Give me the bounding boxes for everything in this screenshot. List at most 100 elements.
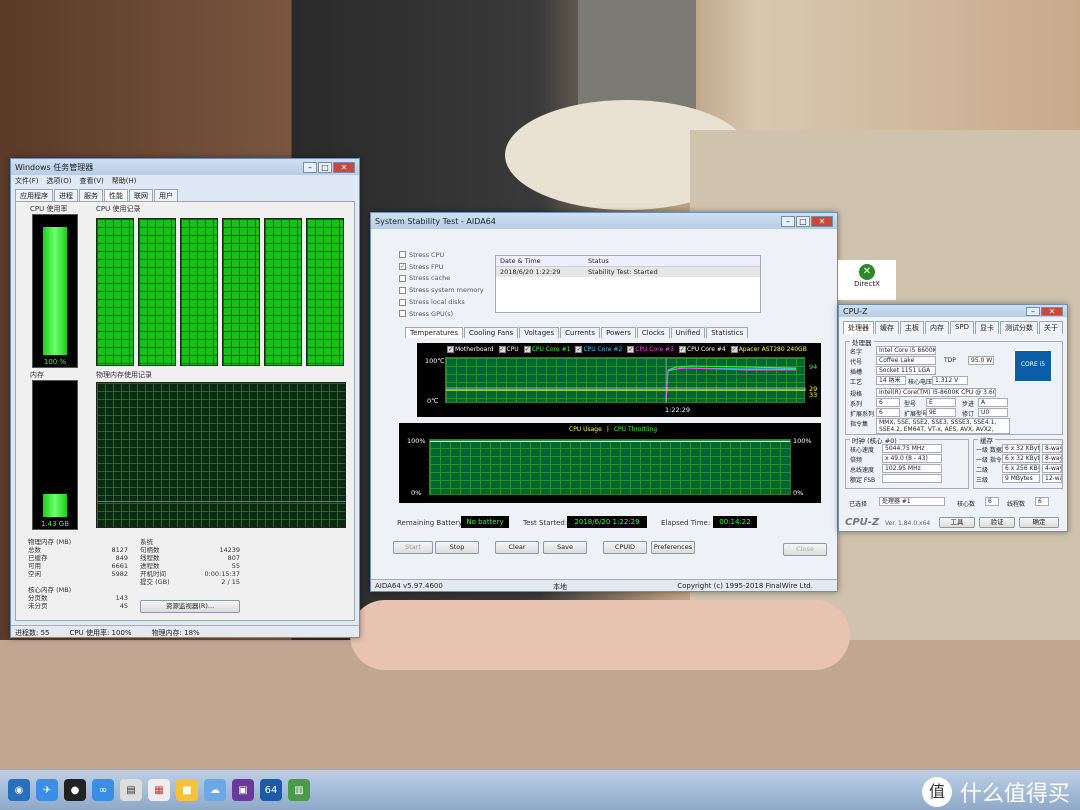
preferences-button[interactable]: Preferences (651, 541, 695, 554)
save-button[interactable]: Save (543, 541, 587, 554)
cache-size: 6 x 32 KBytes (1002, 444, 1040, 453)
close-button[interactable]: ✕ (811, 215, 833, 227)
legend-item[interactable]: ✓ CPU Core #2 (575, 346, 622, 353)
cpuz-tab[interactable]: 处理器 (843, 321, 874, 334)
cpu-core-graph (138, 218, 176, 366)
clear-button[interactable]: Clear (495, 541, 539, 554)
stress-option[interactable]: ✓ Stress FPU (399, 261, 494, 273)
stress-option[interactable]: Stress local disks (399, 296, 494, 308)
stop-button[interactable]: Stop (435, 541, 479, 554)
baidu-netdisk-icon[interactable]: ∞ (92, 779, 114, 801)
feishu-icon[interactable]: ✈ (36, 779, 58, 801)
legend-label: Motherboard (455, 346, 494, 353)
aida64-taskbar-icon[interactable]: 64 (260, 779, 282, 801)
checkbox[interactable]: ✓ (399, 263, 406, 271)
checkbox[interactable] (399, 310, 406, 318)
cpuz-tab[interactable]: 缓存 (874, 321, 899, 334)
cpuz-window[interactable]: CPU-Z – ✕ 处理器 缓存 主板 内存 SPD 显卡 测试分数 关于 处理器 名字 Int… (838, 304, 1068, 532)
task-manager-taskbar-icon[interactable]: ▥ (288, 779, 310, 801)
menu-item[interactable]: 选项(O) (47, 176, 72, 186)
menu-item[interactable]: 查看(V) (79, 176, 103, 186)
legend-checkbox[interactable]: ✓ (447, 346, 454, 353)
checkbox[interactable] (399, 274, 406, 282)
close-dialog-button[interactable]: Close (783, 543, 827, 556)
stats-key: 未分页 (28, 602, 48, 610)
log-row[interactable]: 2018/6/20 1:22:29 Stability Test: Starte… (496, 267, 760, 277)
aida64-titlebar[interactable]: System Stability Test - AIDA64 – □ ✕ (371, 213, 837, 229)
cpuz-tab[interactable]: SPD (949, 321, 975, 334)
start-orb-icon[interactable]: ◉ (8, 779, 30, 801)
tab-temperatures[interactable]: Temperatures (405, 327, 463, 338)
stress-option-label: Stress local disks (409, 298, 465, 307)
tools-button[interactable]: 工具 (939, 517, 975, 528)
minimize-button[interactable]: – (781, 215, 795, 227)
menu-item[interactable]: 文件(F) (15, 176, 39, 186)
checkbox[interactable] (399, 298, 406, 306)
cpuz-titlebar[interactable]: CPU-Z – ✕ (839, 305, 1067, 317)
maximize-button[interactable]: □ (796, 215, 810, 227)
tab-unified[interactable]: Unified (670, 327, 706, 338)
calendar-icon[interactable]: ▦ (148, 779, 170, 801)
cpuz-taskbar-icon[interactable]: ▣ (232, 779, 254, 801)
legend-item[interactable]: ✓ CPU Core #1 (523, 346, 570, 353)
legend-checkbox[interactable]: ✓ (575, 346, 583, 353)
legend-item[interactable]: ✓ CPU Core #3 (627, 346, 674, 353)
cpuid-button[interactable]: CPUID (603, 541, 647, 554)
cpuz-tab[interactable]: 显卡 (975, 321, 1000, 334)
stress-option[interactable]: Stress GPU(s) (399, 308, 494, 320)
legend-item[interactable]: ✓ Apacer AST280 240GB (730, 346, 807, 353)
stats-value: 55 (231, 562, 240, 570)
tab-voltages[interactable]: Voltages (519, 327, 560, 338)
stress-option[interactable]: Stress cache (399, 273, 494, 285)
cloud-icon[interactable]: ☁ (204, 779, 226, 801)
tab-cooling-fans[interactable]: Cooling Fans (464, 327, 519, 338)
legend-checkbox[interactable]: ✓ (730, 346, 738, 353)
elapsed-time-label: Elapsed Time: (661, 519, 711, 527)
field-label: 代号 (850, 359, 863, 366)
checkbox[interactable] (399, 251, 406, 259)
cpuz-tab[interactable]: 关于 (1039, 321, 1064, 334)
legend-item[interactable]: ✓ Motherboard (447, 346, 494, 353)
folder-icon[interactable]: ■ (176, 779, 198, 801)
close-button[interactable]: ✕ (1041, 306, 1063, 316)
stress-option[interactable]: Stress CPU (399, 249, 494, 261)
checkbox[interactable] (399, 286, 406, 294)
qq-icon[interactable]: ● (64, 779, 86, 801)
legend-item[interactable]: ✓ CPU Core #4 (678, 346, 726, 353)
legend-checkbox[interactable]: ✓ (678, 346, 686, 353)
minimize-button[interactable]: – (1026, 306, 1040, 316)
cpu-usage-value: 100 % (43, 358, 67, 366)
legend-checkbox[interactable]: ✓ (627, 346, 635, 353)
menu-item[interactable]: 帮助(H) (112, 176, 137, 186)
legend-checkbox[interactable]: ✓ (498, 346, 506, 353)
task-manager-titlebar[interactable]: Windows 任务管理器 – □ ✕ (11, 159, 359, 175)
maximize-button[interactable]: □ (318, 161, 332, 173)
menu-bar: 文件(F) 选项(O) 查看(V) 帮助(H) (11, 175, 359, 187)
field-label: 名字 (850, 349, 863, 356)
tab-powers[interactable]: Powers (601, 327, 636, 338)
cpuz-tab[interactable]: 主板 (899, 321, 924, 334)
start-button[interactable]: Start (393, 541, 433, 554)
aida64-window[interactable]: System Stability Test - AIDA64 – □ ✕ Str… (370, 212, 838, 592)
system-stats: 系统 句柄数 14239 线程数 807 进程数 55 开机时间 0:00:15:37 提交 (G… (140, 538, 240, 586)
cpuz-tab[interactable]: 内存 (924, 321, 949, 334)
legend-checkbox[interactable]: ✓ (523, 346, 531, 353)
minimize-button[interactable]: – (303, 161, 317, 173)
legend-item[interactable]: ✓ CPU (498, 346, 519, 353)
document-icon[interactable]: ▤ (120, 779, 142, 801)
task-manager-window[interactable]: Windows 任务管理器 – □ ✕ 文件(F) 选项(O) 查看(V) 帮助(H)… (10, 158, 360, 638)
tab-clocks[interactable]: Clocks (636, 327, 670, 338)
processor-select[interactable]: 处理器 #1 (879, 497, 945, 506)
directx-item[interactable]: ✕ DirectX (838, 260, 896, 300)
cpu-core-temp-line (665, 365, 797, 403)
cache-label: 三级 (976, 477, 989, 484)
cpuz-tab[interactable]: 测试分数 (1000, 321, 1039, 334)
stress-option[interactable]: Stress system memory (399, 284, 494, 296)
validate-button[interactable]: 验证 (979, 517, 1015, 528)
resource-monitor-button[interactable]: 资源监视器(R)... (140, 600, 240, 613)
tab-currents[interactable]: Currents (560, 327, 601, 338)
ok-button[interactable]: 确定 (1019, 517, 1059, 528)
close-button[interactable]: ✕ (333, 161, 355, 173)
memory-fill (43, 493, 67, 517)
tab-statistics[interactable]: Statistics (706, 327, 749, 338)
